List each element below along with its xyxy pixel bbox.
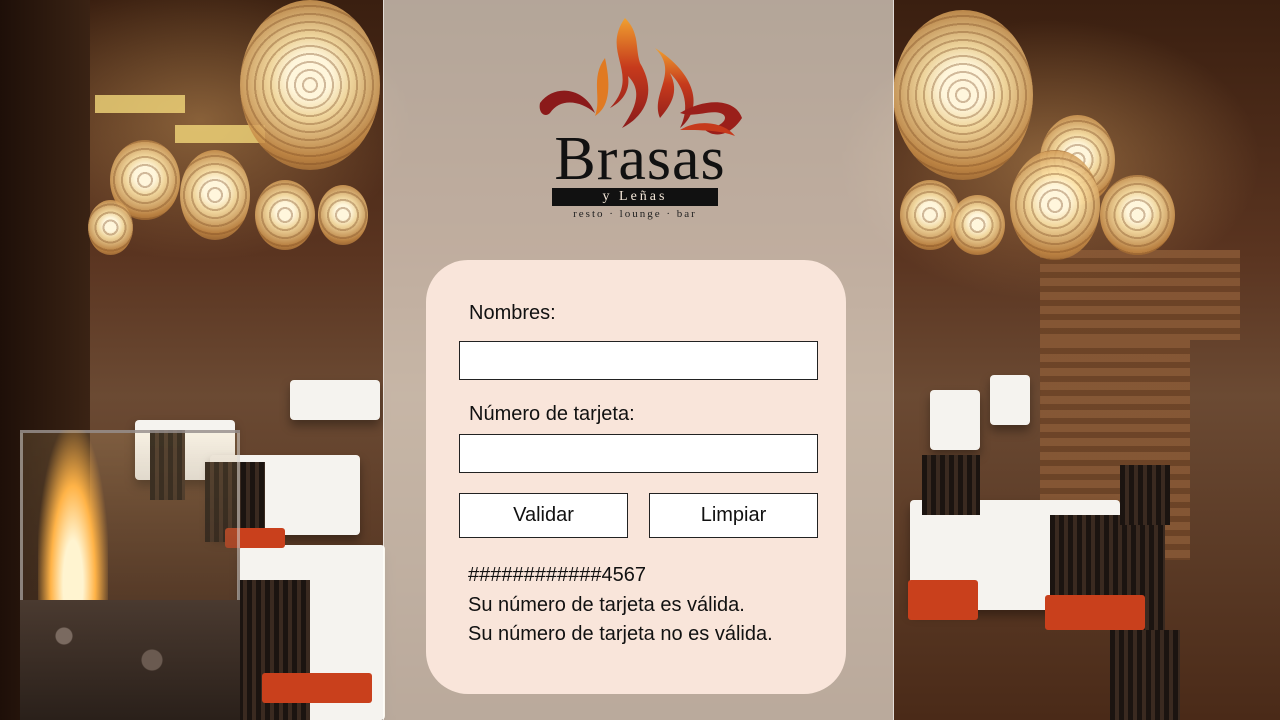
validate-button[interactable]: Validar xyxy=(459,493,628,538)
pendant-lamp xyxy=(255,180,315,250)
name-label: Nombres: xyxy=(469,302,556,324)
brand-subtitle: y Leñas xyxy=(552,188,718,206)
fireplace-rocks xyxy=(20,600,240,720)
dining-table xyxy=(290,380,380,420)
valid-message: Su número de tarjeta es válida. xyxy=(468,594,745,616)
brand-tagline: resto · lounge · bar xyxy=(573,208,697,220)
chair xyxy=(1120,465,1170,525)
name-input[interactable] xyxy=(459,341,818,380)
pendant-lamp xyxy=(950,195,1005,255)
pendant-lamp xyxy=(1010,150,1100,260)
masked-card-number: ############4567 xyxy=(468,564,646,586)
chair xyxy=(922,455,980,515)
dining-table xyxy=(930,390,980,450)
chair xyxy=(1110,630,1180,720)
brand-name: Brasas xyxy=(554,125,726,193)
ceiling-light xyxy=(95,95,185,113)
clear-button[interactable]: Limpiar xyxy=(649,493,818,538)
card-number-input[interactable] xyxy=(459,434,818,473)
pendant-lamp xyxy=(88,200,133,255)
pendant-lamp xyxy=(1100,175,1175,255)
chair-seat xyxy=(908,580,978,620)
pendant-lamp xyxy=(318,185,368,245)
wood-wall-panel xyxy=(1040,250,1240,340)
pendant-lamp xyxy=(893,10,1033,180)
invalid-message: Su número de tarjeta no es válida. xyxy=(468,623,773,645)
pendant-lamp xyxy=(240,0,380,170)
chair-seat xyxy=(262,673,372,703)
brand-logo: Brasas y Leñas resto · lounge · bar xyxy=(530,18,750,228)
chair-seat xyxy=(1045,595,1145,630)
card-number-label: Número de tarjeta: xyxy=(469,403,635,425)
pendant-lamp xyxy=(180,150,250,240)
dining-table xyxy=(990,375,1030,425)
